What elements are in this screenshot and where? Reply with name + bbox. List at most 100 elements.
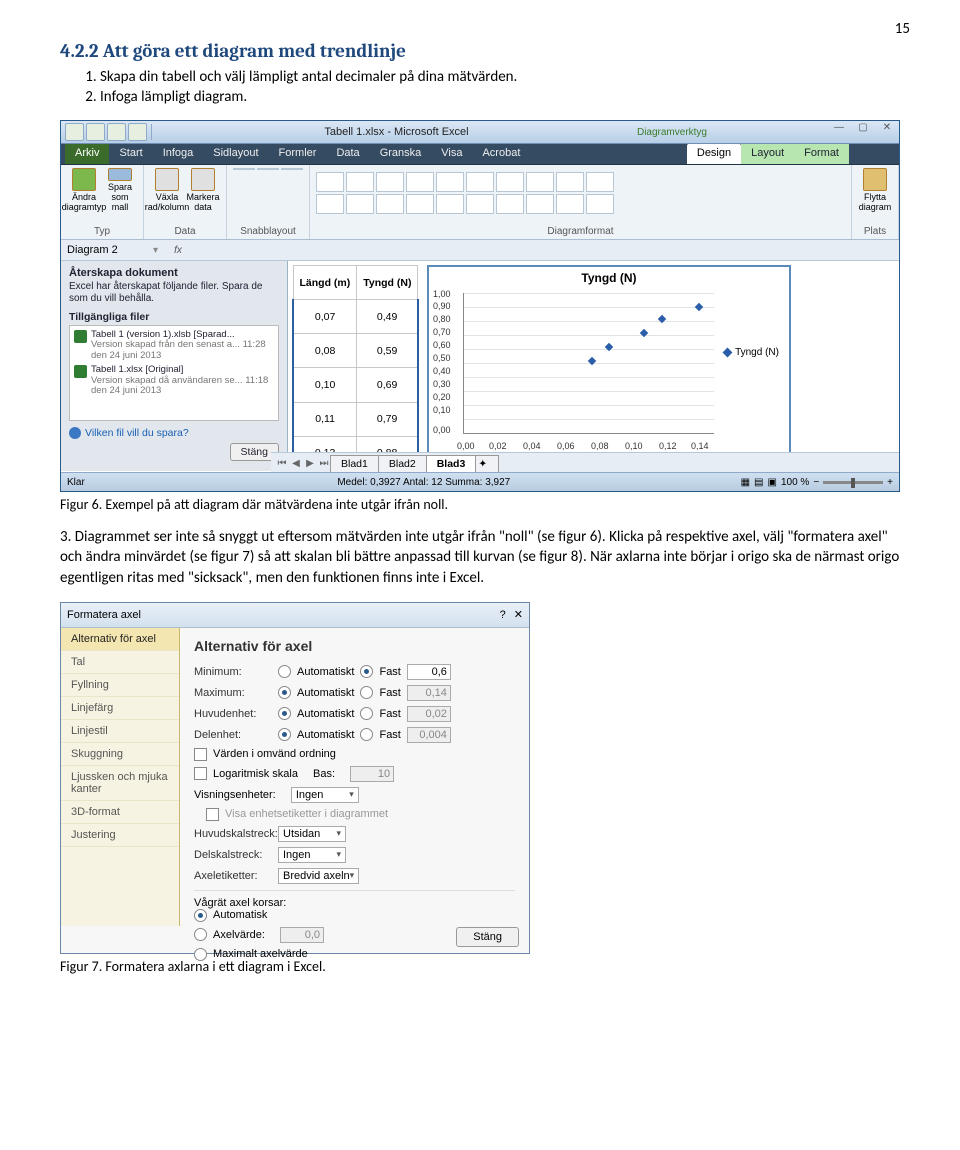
qa-redo-icon[interactable] (128, 123, 147, 141)
fx-icon[interactable]: fx (168, 245, 188, 256)
side-justering[interactable]: Justering (61, 824, 179, 847)
flytta-diagram-button[interactable]: Flytta diagram (858, 168, 892, 212)
dialog-help-button[interactable]: ? (500, 609, 506, 621)
worksheet-area: Längd (m)Tyngd (N) 0,070,49 0,080,59 0,1… (288, 261, 899, 471)
tab-layout[interactable]: Layout (741, 144, 794, 164)
view-pagelayout-icon[interactable]: ▤ (754, 477, 763, 488)
qa-save-icon[interactable] (86, 123, 105, 141)
tab-design[interactable]: Design (687, 144, 741, 164)
qa-excel-icon[interactable] (65, 123, 84, 141)
zoom-slider[interactable] (823, 481, 883, 484)
side-linjestil[interactable]: Linjestil (61, 720, 179, 743)
spara-som-mall-button[interactable]: Spara som mall (103, 168, 137, 212)
tab-arkiv[interactable]: Arkiv (65, 144, 109, 164)
max-auto-radio[interactable] (278, 686, 291, 699)
zoom-out-button[interactable]: − (813, 477, 819, 488)
reverse-check[interactable] (194, 748, 207, 761)
snabblayout-3[interactable] (281, 168, 303, 170)
chart-legend[interactable]: Tyngd (N) (724, 347, 779, 358)
excel-file-icon (74, 330, 87, 343)
close-button[interactable]: ✕ (875, 122, 899, 142)
major-tick-dropdown[interactable]: Utsidan (278, 826, 346, 842)
log-check[interactable] (194, 767, 207, 780)
step-2: Infoga lämpligt diagram. (100, 88, 910, 106)
vaxla-radkolumn-button[interactable]: Växla rad/kolumn (150, 168, 184, 212)
recovery-file-list[interactable]: Tabell 1 (version 1).xlsb [Sparad...Vers… (69, 325, 279, 421)
zoom-value[interactable]: 100 % (781, 477, 809, 488)
min-fixed-radio[interactable] (360, 665, 373, 678)
major-auto-radio[interactable] (278, 707, 291, 720)
minor-auto-radio[interactable] (278, 728, 291, 741)
display-units-dropdown[interactable]: Ingen (291, 787, 359, 803)
tab-sidlayout[interactable]: Sidlayout (203, 144, 268, 164)
side-skuggning[interactable]: Skuggning (61, 743, 179, 766)
base-field[interactable]: 10 (350, 766, 394, 782)
tab-start[interactable]: Start (109, 144, 152, 164)
qa-undo-icon[interactable] (107, 123, 126, 141)
sheet-blad1[interactable]: Blad1 (330, 455, 379, 472)
side-ljussken[interactable]: Ljussken och mjuka kanter (61, 766, 179, 801)
min-field[interactable]: 0,6 (407, 664, 451, 680)
maximize-button[interactable]: ▢ (851, 122, 875, 142)
recovery-item-2[interactable]: Tabell 1.xlsx [Original]Version skapad d… (72, 363, 276, 398)
axis-labels-dropdown[interactable]: Bredvid axeln (278, 868, 359, 884)
dialog-sidebar: Alternativ för axel Tal Fyllning Linjefä… (61, 628, 180, 926)
snabblayout-1[interactable] (233, 168, 255, 170)
sheet-blad3[interactable]: Blad3 (426, 455, 477, 472)
recovery-item-1[interactable]: Tabell 1 (version 1).xlsb [Sparad...Vers… (72, 328, 276, 363)
quick-access-toolbar[interactable] (65, 123, 147, 141)
col-head-1: Längd (m) (293, 266, 357, 300)
chart-title: Tyngd (N) (429, 267, 789, 285)
chart-styles-gallery[interactable] (316, 168, 845, 214)
group-data: Data (150, 226, 220, 237)
tab-acrobat[interactable]: Acrobat (472, 144, 530, 164)
cross-auto-radio[interactable] (194, 909, 207, 922)
which-file-link[interactable]: Vilken fil vill du spara? (69, 427, 279, 439)
minor-fixed-radio[interactable] (360, 728, 373, 741)
cross-value-radio[interactable] (194, 928, 207, 941)
zoom-in-button[interactable]: + (887, 477, 893, 488)
max-field[interactable]: 0,14 (407, 685, 451, 701)
status-bar: Klar Medel: 0,3927 Antal: 12 Summa: 3,92… (61, 472, 899, 491)
ribbon-body: Ändra diagramtyp Spara som mall Typ Växl… (61, 165, 899, 240)
sheet-blad2[interactable]: Blad2 (378, 455, 427, 472)
plot-area[interactable] (463, 293, 714, 434)
major-field[interactable]: 0,02 (407, 706, 451, 722)
min-auto-radio[interactable] (278, 665, 291, 678)
andra-diagramtyp-button[interactable]: Ändra diagramtyp (67, 168, 101, 212)
markera-data-button[interactable]: Markera data (186, 168, 220, 212)
sheet-nav[interactable]: ⏮◀▶⏭ (275, 458, 331, 469)
figure-6-caption: Figur 6. Exempel på att diagram där mätv… (60, 496, 910, 513)
axisvalue-field[interactable]: 0,0 (280, 927, 324, 943)
tab-formler[interactable]: Formler (269, 144, 327, 164)
view-pagebreak-icon[interactable]: ▣ (768, 477, 777, 488)
tab-visa[interactable]: Visa (431, 144, 472, 164)
tab-infoga[interactable]: Infoga (153, 144, 204, 164)
side-alternativ[interactable]: Alternativ för axel (61, 628, 179, 651)
showunit-check[interactable] (206, 808, 219, 821)
dialog-close-button[interactable]: ✕ (514, 608, 523, 621)
snabblayout-2[interactable] (257, 168, 279, 170)
cross-max-radio[interactable] (194, 948, 207, 961)
dialog-close-button-foot[interactable]: Stäng (456, 927, 519, 947)
side-3dformat[interactable]: 3D-format (61, 801, 179, 824)
formula-bar: Diagram 2 ▾ fx (61, 240, 899, 261)
side-fyllning[interactable]: Fyllning (61, 674, 179, 697)
side-tal[interactable]: Tal (61, 651, 179, 674)
dialog-titlebar: Formatera axel ? ✕ (61, 603, 529, 628)
minimize-button[interactable]: — (827, 122, 851, 142)
data-table[interactable]: Längd (m)Tyngd (N) 0,070,49 0,080,59 0,1… (292, 265, 419, 471)
name-box[interactable]: Diagram 2 (61, 244, 153, 256)
sheet-new[interactable]: ✦ (475, 455, 499, 472)
max-fixed-radio[interactable] (360, 686, 373, 699)
tab-format[interactable]: Format (794, 144, 849, 164)
tab-granska[interactable]: Granska (370, 144, 432, 164)
minor-field[interactable]: 0,004 (407, 727, 451, 743)
section-title: Alternativ för axel (194, 638, 515, 654)
major-fixed-radio[interactable] (360, 707, 373, 720)
view-normal-icon[interactable]: ▦ (741, 477, 750, 488)
minor-tick-dropdown[interactable]: Ingen (278, 847, 346, 863)
embedded-chart[interactable]: Tyngd (N) 1,00 (427, 265, 791, 459)
side-linjefarg[interactable]: Linjefärg (61, 697, 179, 720)
tab-data[interactable]: Data (326, 144, 369, 164)
